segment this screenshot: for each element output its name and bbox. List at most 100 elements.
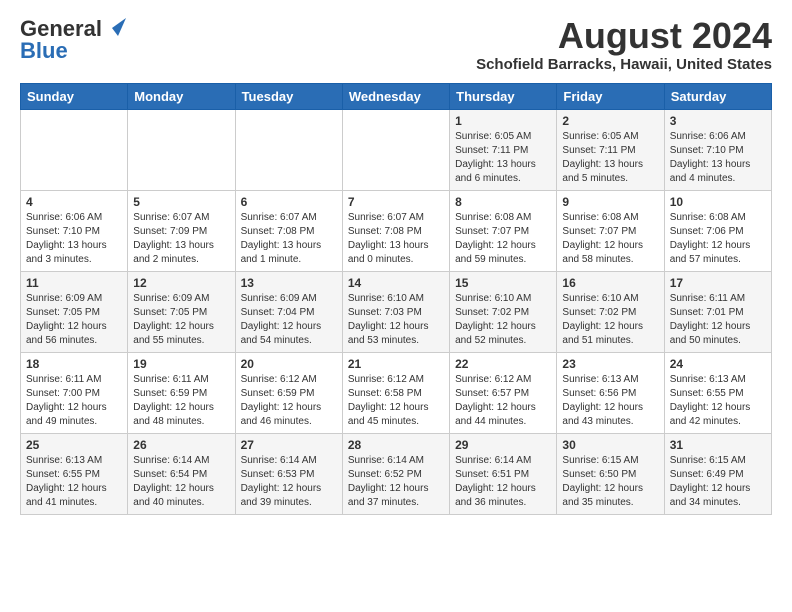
- calendar-cell: 23 Sunrise: 6:13 AMSunset: 6:56 PMDayligh…: [557, 352, 664, 433]
- calendar-cell: 2 Sunrise: 6:05 AMSunset: 7:11 PMDaylight…: [557, 109, 664, 190]
- day-info: Sunrise: 6:12 AMSunset: 6:57 PMDaylight:…: [455, 373, 551, 429]
- day-info: Sunrise: 6:11 AMSunset: 6:59 PMDaylight:…: [133, 373, 229, 429]
- day-number: 4: [26, 195, 122, 209]
- day-info: Sunrise: 6:13 AMSunset: 6:55 PMDaylight:…: [670, 373, 766, 429]
- calendar-cell: 21 Sunrise: 6:12 AMSunset: 6:58 PMDayligh…: [342, 352, 449, 433]
- day-number: 10: [670, 195, 766, 209]
- day-number: 14: [348, 276, 444, 290]
- calendar-week-1: 1 Sunrise: 6:05 AMSunset: 7:11 PMDaylight…: [21, 109, 772, 190]
- weekday-header-wednesday: Wednesday: [342, 83, 449, 109]
- day-info: Sunrise: 6:06 AMSunset: 7:10 PMDaylight:…: [670, 130, 766, 186]
- calendar-cell: 6 Sunrise: 6:07 AMSunset: 7:08 PMDaylight…: [235, 190, 342, 271]
- day-info: Sunrise: 6:09 AMSunset: 7:04 PMDaylight:…: [241, 292, 337, 348]
- day-info: Sunrise: 6:10 AMSunset: 7:02 PMDaylight:…: [455, 292, 551, 348]
- day-info: Sunrise: 6:09 AMSunset: 7:05 PMDaylight:…: [26, 292, 122, 348]
- calendar-cell: 9 Sunrise: 6:08 AMSunset: 7:07 PMDaylight…: [557, 190, 664, 271]
- calendar-cell: [21, 109, 128, 190]
- calendar-cell: 1Sunrise: 6:05 AMSunset: 7:11 PMDaylight…: [450, 109, 557, 190]
- day-number: 11: [26, 276, 122, 290]
- calendar-week-5: 25 Sunrise: 6:13 AMSunset: 6:55 PMDayligh…: [21, 433, 772, 514]
- day-number: 21: [348, 357, 444, 371]
- day-info: Sunrise: 6:15 AMSunset: 6:50 PMDaylight:…: [562, 454, 658, 510]
- day-number: 12: [133, 276, 229, 290]
- day-number: 25: [26, 438, 122, 452]
- calendar-cell: 22Sunrise: 6:12 AMSunset: 6:57 PMDayligh…: [450, 352, 557, 433]
- day-number: 7: [348, 195, 444, 209]
- calendar-cell: 7Sunrise: 6:07 AMSunset: 7:08 PMDaylight…: [342, 190, 449, 271]
- calendar-cell: 17Sunrise: 6:11 AMSunset: 7:01 PMDayligh…: [664, 271, 771, 352]
- calendar-cell: 27 Sunrise: 6:14 AMSunset: 6:53 PMDayligh…: [235, 433, 342, 514]
- logo: General Blue: [20, 16, 126, 64]
- day-info: Sunrise: 6:11 AMSunset: 7:00 PMDaylight:…: [26, 373, 122, 429]
- day-info: Sunrise: 6:13 AMSunset: 6:55 PMDaylight:…: [26, 454, 122, 510]
- day-info: Sunrise: 6:12 AMSunset: 6:59 PMDaylight:…: [241, 373, 337, 429]
- calendar-cell: 5Sunrise: 6:07 AMSunset: 7:09 PMDaylight…: [128, 190, 235, 271]
- day-info: Sunrise: 6:14 AMSunset: 6:53 PMDaylight:…: [241, 454, 337, 510]
- weekday-header-sunday: Sunday: [21, 83, 128, 109]
- calendar-cell: 20 Sunrise: 6:12 AMSunset: 6:59 PMDayligh…: [235, 352, 342, 433]
- calendar-cell: [128, 109, 235, 190]
- month-title: August 2024: [476, 16, 772, 56]
- calendar-cell: 12 Sunrise: 6:09 AMSunset: 7:05 PMDayligh…: [128, 271, 235, 352]
- day-number: 18: [26, 357, 122, 371]
- day-info: Sunrise: 6:10 AMSunset: 7:03 PMDaylight:…: [348, 292, 444, 348]
- calendar-cell: 18 Sunrise: 6:11 AMSunset: 7:00 PMDayligh…: [21, 352, 128, 433]
- day-number: 20: [241, 357, 337, 371]
- page-header: General Blue August 2024 Schofield Barra…: [20, 16, 772, 73]
- calendar-cell: 3Sunrise: 6:06 AMSunset: 7:10 PMDaylight…: [664, 109, 771, 190]
- day-info: Sunrise: 6:08 AMSunset: 7:07 PMDaylight:…: [562, 211, 658, 267]
- calendar-week-4: 18 Sunrise: 6:11 AMSunset: 7:00 PMDayligh…: [21, 352, 772, 433]
- day-info: Sunrise: 6:05 AMSunset: 7:11 PMDaylight:…: [562, 130, 658, 186]
- day-number: 6: [241, 195, 337, 209]
- title-block: August 2024 Schofield Barracks, Hawaii, …: [476, 16, 772, 73]
- calendar-cell: 13Sunrise: 6:09 AMSunset: 7:04 PMDayligh…: [235, 271, 342, 352]
- day-number: 29: [455, 438, 551, 452]
- location-title: Schofield Barracks, Hawaii, United State…: [476, 56, 772, 73]
- calendar-cell: 30Sunrise: 6:15 AMSunset: 6:50 PMDayligh…: [557, 433, 664, 514]
- day-number: 24: [670, 357, 766, 371]
- calendar-week-2: 4 Sunrise: 6:06 AMSunset: 7:10 PMDaylight…: [21, 190, 772, 271]
- day-info: Sunrise: 6:10 AMSunset: 7:02 PMDaylight:…: [562, 292, 658, 348]
- day-number: 2: [562, 114, 658, 128]
- day-number: 27: [241, 438, 337, 452]
- day-info: Sunrise: 6:08 AMSunset: 7:06 PMDaylight:…: [670, 211, 766, 267]
- day-info: Sunrise: 6:14 AMSunset: 6:52 PMDaylight:…: [348, 454, 444, 510]
- calendar-cell: 28Sunrise: 6:14 AMSunset: 6:52 PMDayligh…: [342, 433, 449, 514]
- calendar-cell: 16 Sunrise: 6:10 AMSunset: 7:02 PMDayligh…: [557, 271, 664, 352]
- calendar-cell: [235, 109, 342, 190]
- calendar-cell: 25 Sunrise: 6:13 AMSunset: 6:55 PMDayligh…: [21, 433, 128, 514]
- weekday-header-row: SundayMondayTuesdayWednesdayThursdayFrid…: [21, 83, 772, 109]
- day-number: 16: [562, 276, 658, 290]
- day-info: Sunrise: 6:09 AMSunset: 7:05 PMDaylight:…: [133, 292, 229, 348]
- logo-bird-icon: [104, 18, 126, 36]
- day-number: 1: [455, 114, 551, 128]
- day-info: Sunrise: 6:06 AMSunset: 7:10 PMDaylight:…: [26, 211, 122, 267]
- day-number: 9: [562, 195, 658, 209]
- day-info: Sunrise: 6:07 AMSunset: 7:08 PMDaylight:…: [241, 211, 337, 267]
- day-info: Sunrise: 6:07 AMSunset: 7:09 PMDaylight:…: [133, 211, 229, 267]
- weekday-header-tuesday: Tuesday: [235, 83, 342, 109]
- calendar-cell: [342, 109, 449, 190]
- day-info: Sunrise: 6:13 AMSunset: 6:56 PMDaylight:…: [562, 373, 658, 429]
- calendar-cell: 14 Sunrise: 6:10 AMSunset: 7:03 PMDayligh…: [342, 271, 449, 352]
- day-number: 23: [562, 357, 658, 371]
- day-number: 17: [670, 276, 766, 290]
- day-info: Sunrise: 6:14 AMSunset: 6:51 PMDaylight:…: [455, 454, 551, 510]
- weekday-header-thursday: Thursday: [450, 83, 557, 109]
- calendar-cell: 4 Sunrise: 6:06 AMSunset: 7:10 PMDaylight…: [21, 190, 128, 271]
- day-info: Sunrise: 6:14 AMSunset: 6:54 PMDaylight:…: [133, 454, 229, 510]
- day-number: 8: [455, 195, 551, 209]
- day-info: Sunrise: 6:12 AMSunset: 6:58 PMDaylight:…: [348, 373, 444, 429]
- day-number: 26: [133, 438, 229, 452]
- day-number: 31: [670, 438, 766, 452]
- day-number: 19: [133, 357, 229, 371]
- calendar-cell: 11 Sunrise: 6:09 AMSunset: 7:05 PMDayligh…: [21, 271, 128, 352]
- calendar-cell: 26 Sunrise: 6:14 AMSunset: 6:54 PMDayligh…: [128, 433, 235, 514]
- calendar-week-3: 11 Sunrise: 6:09 AMSunset: 7:05 PMDayligh…: [21, 271, 772, 352]
- calendar-cell: 10 Sunrise: 6:08 AMSunset: 7:06 PMDayligh…: [664, 190, 771, 271]
- calendar-cell: 31 Sunrise: 6:15 AMSunset: 6:49 PMDayligh…: [664, 433, 771, 514]
- day-info: Sunrise: 6:15 AMSunset: 6:49 PMDaylight:…: [670, 454, 766, 510]
- logo-blue-text: Blue: [20, 38, 68, 64]
- weekday-header-saturday: Saturday: [664, 83, 771, 109]
- calendar-cell: 8Sunrise: 6:08 AMSunset: 7:07 PMDaylight…: [450, 190, 557, 271]
